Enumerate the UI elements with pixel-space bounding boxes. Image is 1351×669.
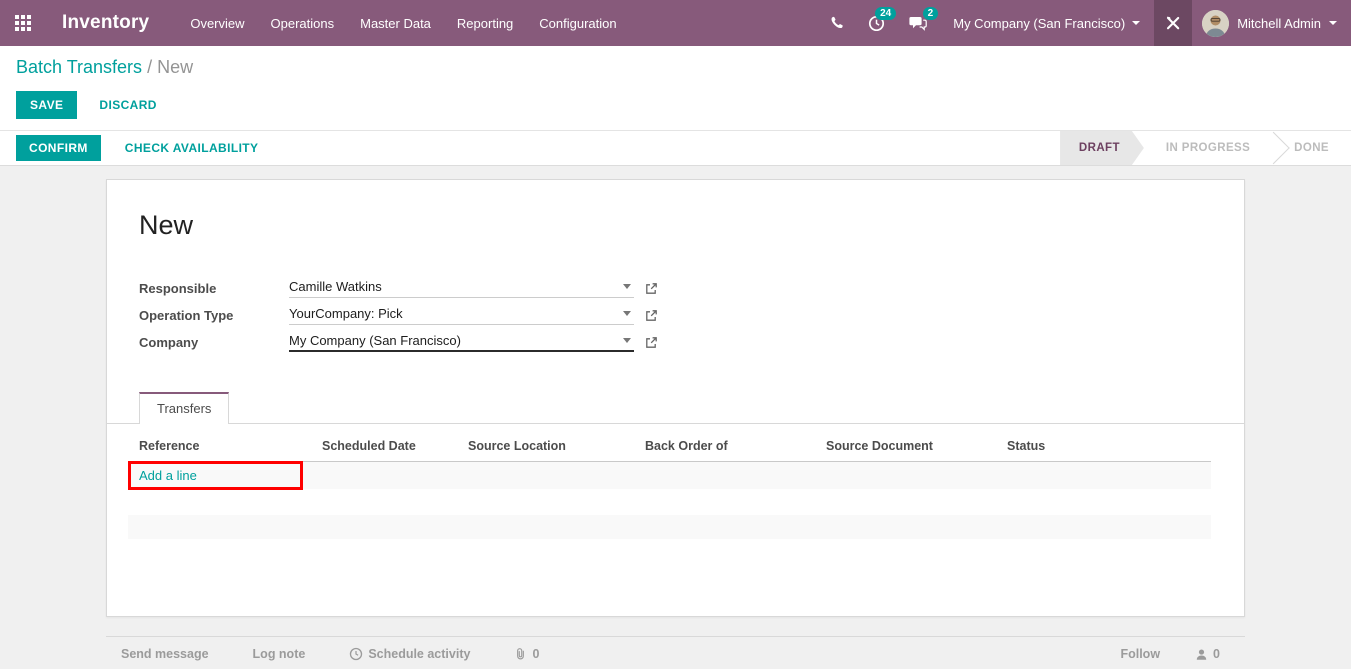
follow-button[interactable]: Follow xyxy=(1120,647,1160,661)
col-source-document: Source Document xyxy=(826,439,1007,453)
table-row: Add a line xyxy=(128,462,1211,489)
field-label: Company xyxy=(139,335,289,350)
field-value: Camille Watkins xyxy=(289,279,382,294)
breadcrumb-batch-transfers[interactable]: Batch Transfers xyxy=(16,57,142,77)
table-row-empty xyxy=(128,515,1211,539)
chevron-down-icon xyxy=(1132,21,1140,25)
stage-done[interactable]: DONE xyxy=(1272,131,1351,165)
person-icon xyxy=(1195,648,1208,661)
field-label: Responsible xyxy=(139,281,289,296)
app-title[interactable]: Inventory xyxy=(62,12,149,34)
notebook: Transfers Reference Scheduled Date Sourc… xyxy=(107,392,1244,539)
col-status: Status xyxy=(1007,439,1211,453)
col-back-order-of: Back Order of xyxy=(645,439,826,453)
chevron-down-icon xyxy=(1329,21,1337,25)
transfers-table: Reference Scheduled Date Source Location… xyxy=(128,424,1211,539)
dropdown-caret-icon[interactable] xyxy=(623,338,631,343)
field-value: YourCompany: Pick xyxy=(289,306,403,321)
field-company: Company My Company (San Francisco) xyxy=(139,329,1244,356)
external-link-icon[interactable] xyxy=(644,309,658,323)
activities-button[interactable]: 24 xyxy=(856,0,897,46)
breadcrumb-separator: / xyxy=(147,57,152,77)
attachment-count: 0 xyxy=(532,647,539,661)
field-responsible: Responsible Camille Watkins xyxy=(139,275,1244,302)
voip-phone-button[interactable] xyxy=(817,0,856,46)
menu-reporting[interactable]: Reporting xyxy=(444,0,526,46)
record-title: New xyxy=(139,210,1244,241)
confirm-button[interactable]: CONFIRM xyxy=(16,135,101,161)
menu-operations[interactable]: Operations xyxy=(258,0,348,46)
schedule-activity-label: Schedule activity xyxy=(368,647,470,661)
follower-count: 0 xyxy=(1213,647,1220,661)
followers-button[interactable]: 0 xyxy=(1195,647,1220,661)
main-content: New Responsible Camille Watkins Operatio… xyxy=(0,166,1351,669)
log-note-button[interactable]: Log note xyxy=(253,647,306,661)
user-menu[interactable]: Mitchell Admin xyxy=(1192,0,1351,46)
save-button[interactable]: SAVE xyxy=(16,91,77,119)
external-link-icon[interactable] xyxy=(644,282,658,296)
dropdown-caret-icon[interactable] xyxy=(623,284,631,289)
developer-tools-button[interactable] xyxy=(1154,0,1192,46)
messages-button[interactable]: 2 xyxy=(897,0,939,46)
attachments-button[interactable]: 0 xyxy=(514,647,539,661)
field-operation-type: Operation Type YourCompany: Pick xyxy=(139,302,1244,329)
user-name: Mitchell Admin xyxy=(1237,16,1321,31)
top-navbar: Inventory Overview Operations Master Dat… xyxy=(0,0,1351,46)
col-source-location: Source Location xyxy=(468,439,645,453)
dropdown-caret-icon[interactable] xyxy=(623,311,631,316)
schedule-activity-button[interactable]: Schedule activity xyxy=(349,647,470,661)
field-label: Operation Type xyxy=(139,308,289,323)
send-message-button[interactable]: Send message xyxy=(121,647,209,661)
breadcrumb: Batch Transfers / New xyxy=(16,57,1335,78)
company-switcher[interactable]: My Company (San Francisco) xyxy=(939,0,1154,46)
avatar xyxy=(1202,10,1229,37)
field-group: Responsible Camille Watkins Operation Ty… xyxy=(139,275,1244,356)
stage-pipeline: DRAFT IN PROGRESS DONE xyxy=(1060,131,1351,165)
annotation-highlight-box xyxy=(128,461,303,490)
col-scheduled-date: Scheduled Date xyxy=(322,439,468,453)
phone-icon xyxy=(829,16,844,31)
control-panel: Batch Transfers / New SAVE DISCARD xyxy=(0,46,1351,130)
field-value: My Company (San Francisco) xyxy=(289,333,461,348)
tools-icon xyxy=(1165,15,1181,31)
operation-type-input[interactable]: YourCompany: Pick xyxy=(289,306,634,325)
company-name: My Company (San Francisco) xyxy=(953,16,1125,31)
main-menu: Overview Operations Master Data Reportin… xyxy=(177,0,629,46)
stage-draft[interactable]: DRAFT xyxy=(1061,131,1144,165)
chatter: Send message Log note Schedule activity … xyxy=(106,636,1245,661)
menu-overview[interactable]: Overview xyxy=(177,0,257,46)
check-availability-button[interactable]: CHECK AVAILABILITY xyxy=(113,134,271,162)
external-link-icon[interactable] xyxy=(644,336,658,350)
tab-transfers[interactable]: Transfers xyxy=(139,392,229,424)
company-input[interactable]: My Company (San Francisco) xyxy=(289,333,634,352)
paperclip-icon xyxy=(514,647,527,661)
menu-configuration[interactable]: Configuration xyxy=(526,0,629,46)
col-reference: Reference xyxy=(128,439,322,453)
apps-grid-icon xyxy=(15,15,31,31)
activity-count-badge: 24 xyxy=(875,7,896,20)
table-row-empty xyxy=(128,489,1211,515)
apps-menu-button[interactable] xyxy=(0,0,46,46)
table-header-row: Reference Scheduled Date Source Location… xyxy=(128,424,1211,462)
discard-button[interactable]: DISCARD xyxy=(87,91,168,119)
message-count-badge: 2 xyxy=(923,7,939,20)
statusbar: CONFIRM CHECK AVAILABILITY DRAFT IN PROG… xyxy=(0,130,1351,166)
breadcrumb-current: New xyxy=(157,57,193,77)
form-sheet: New Responsible Camille Watkins Operatio… xyxy=(106,179,1245,617)
clock-icon xyxy=(349,647,363,661)
responsible-input[interactable]: Camille Watkins xyxy=(289,279,634,298)
menu-master-data[interactable]: Master Data xyxy=(347,0,444,46)
stage-in-progress[interactable]: IN PROGRESS xyxy=(1144,131,1272,165)
